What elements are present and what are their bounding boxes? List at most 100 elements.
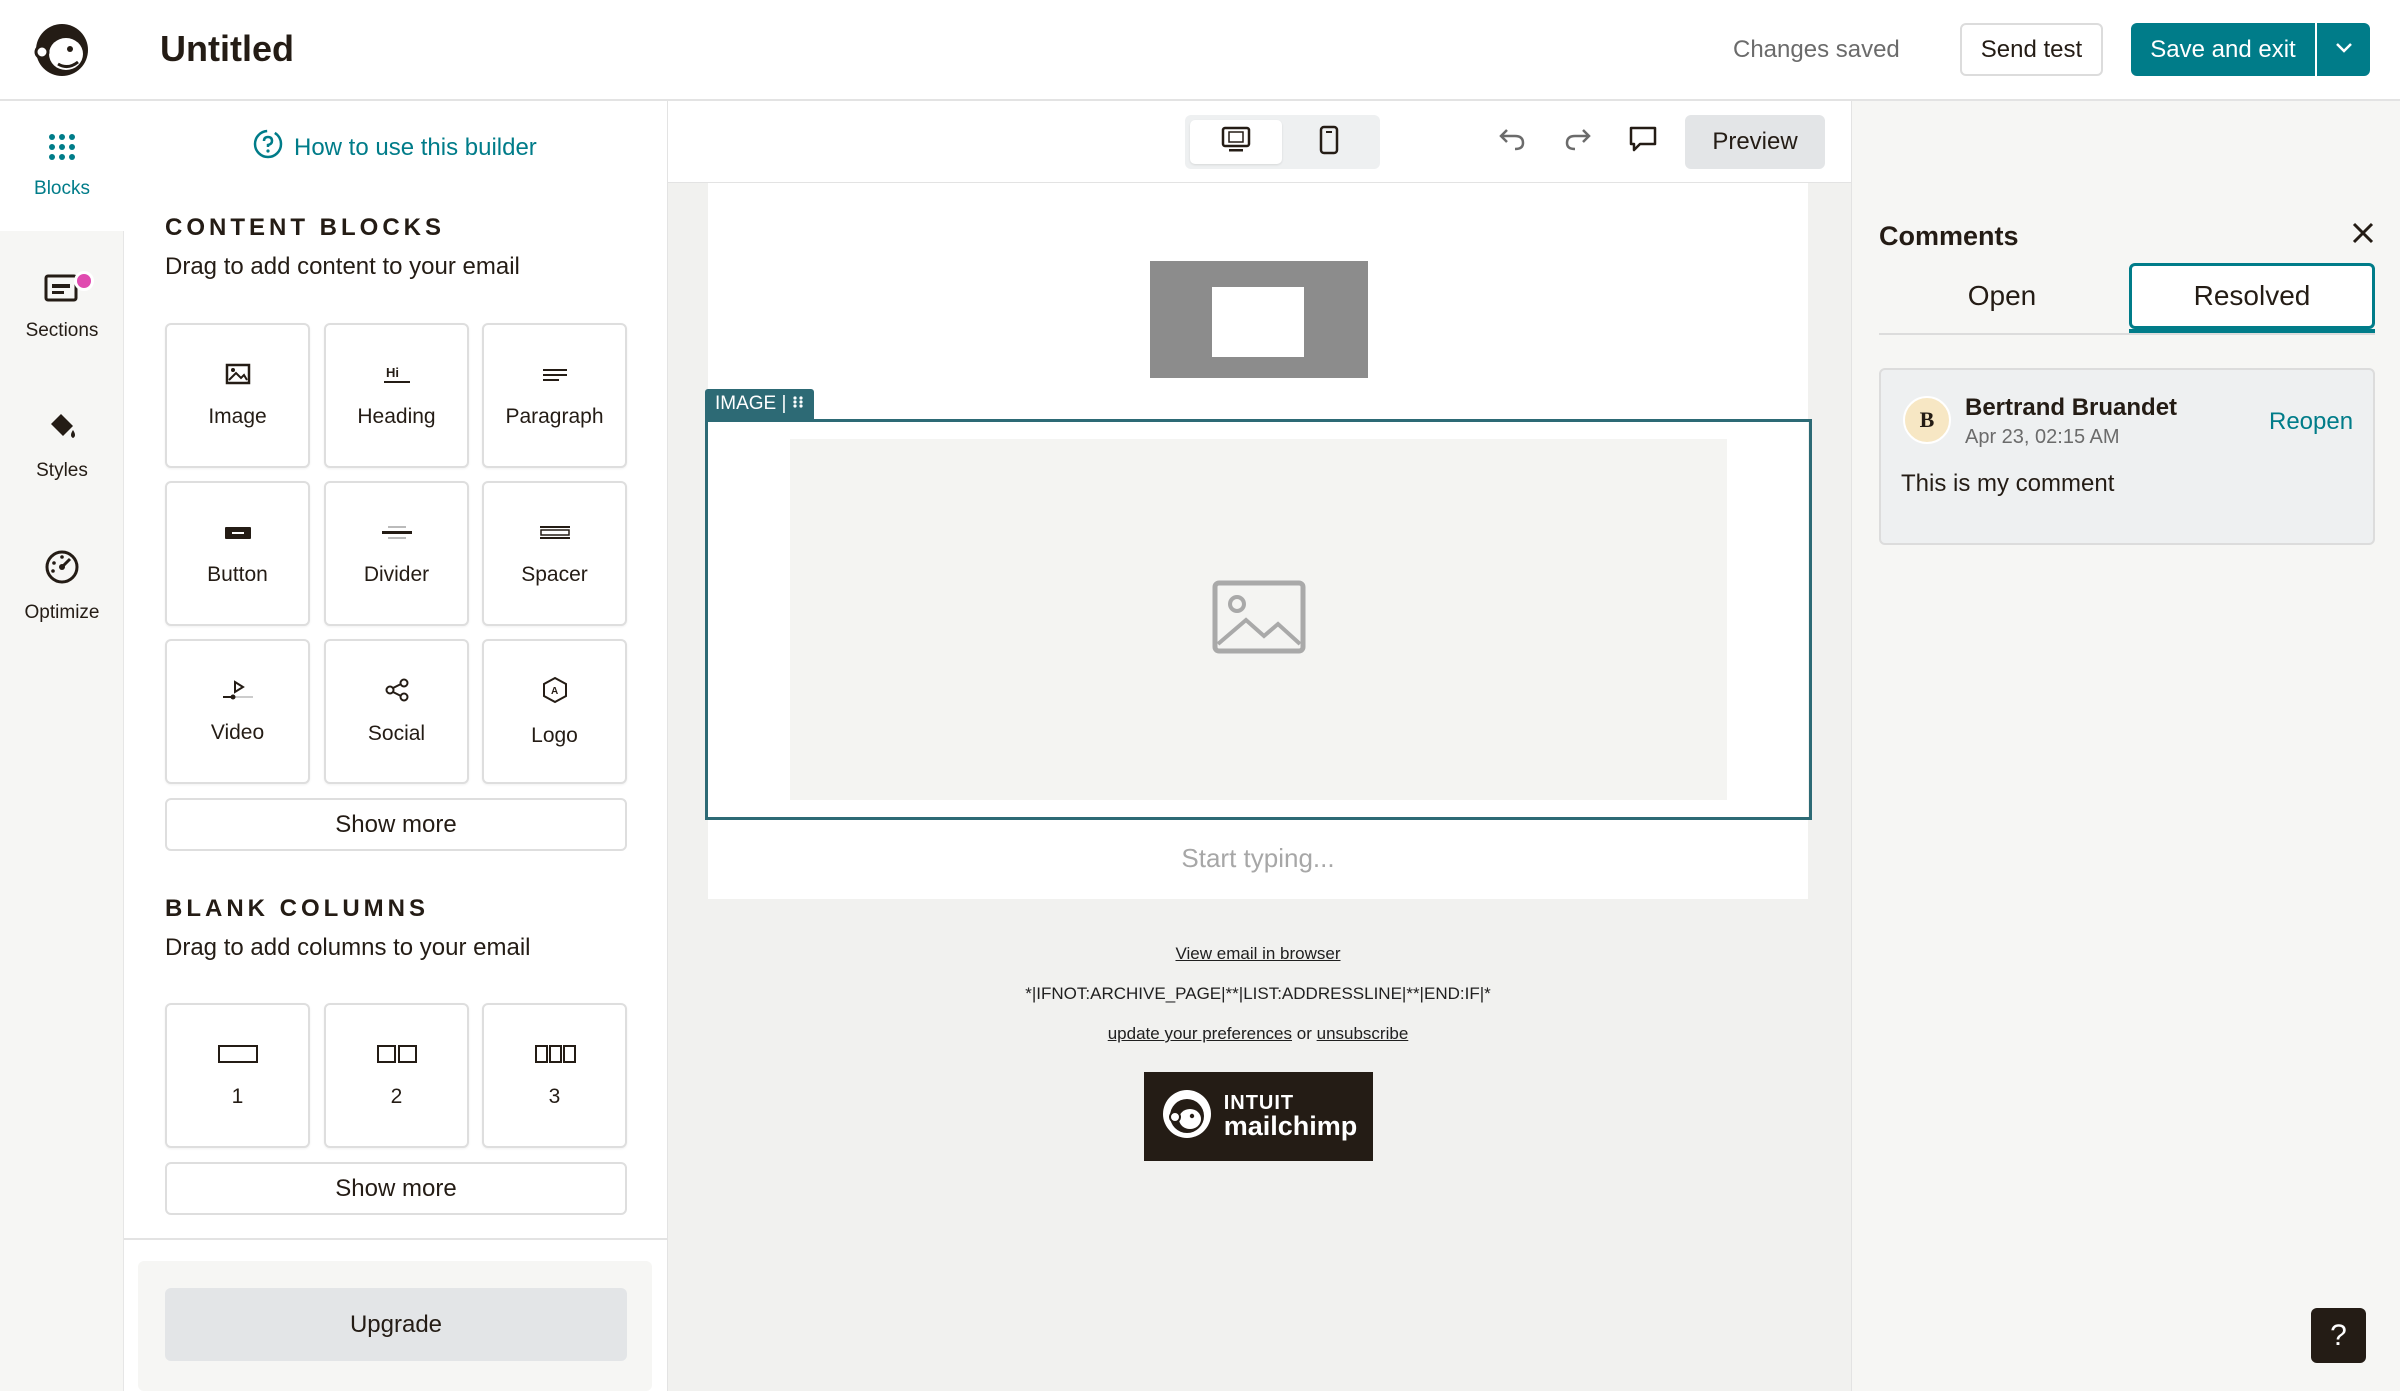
save-options-dropdown[interactable] (2317, 23, 2370, 76)
redo-button[interactable] (1558, 121, 1598, 161)
column-3[interactable]: 3 (482, 1003, 627, 1148)
canvas-toolbar: Preview (668, 101, 1851, 183)
image-placeholder-icon (1212, 580, 1306, 659)
desktop-view-button[interactable] (1190, 120, 1282, 164)
email-body: IMAGE | Start typing... (705, 183, 1812, 899)
image-icon (225, 363, 251, 391)
logo-hex-icon: A (542, 676, 568, 710)
intuit-mailchimp-badge[interactable]: INTUIT mailchimp (1144, 1072, 1373, 1161)
spacer-icon (538, 521, 572, 549)
save-status: Changes saved (1733, 36, 1900, 63)
or-text: or (1296, 1024, 1312, 1043)
block-button[interactable]: Button (165, 481, 310, 626)
column-label: 1 (231, 1084, 244, 1108)
text-placeholder[interactable]: Start typing... (708, 843, 1808, 874)
mailchimp-logo-icon[interactable] (28, 14, 96, 82)
block-video[interactable]: Video (165, 639, 310, 784)
comments-tabs: Open Resolved (1879, 261, 2375, 335)
left-rail: Blocks Sections Styles Optimize (0, 101, 124, 1391)
how-to-link[interactable]: How to use this builder (252, 128, 537, 167)
block-label: Heading (357, 404, 436, 428)
rail-item-sections[interactable]: Sections (0, 241, 124, 371)
rail-item-styles[interactable]: Styles (0, 381, 124, 511)
drag-handle-icon[interactable] (792, 393, 804, 415)
upgrade-section: Upgrade (138, 1261, 652, 1391)
comment-date: Apr 23, 02:15 AM (1965, 426, 2120, 448)
column-label: 2 (390, 1084, 403, 1108)
send-test-button[interactable]: Send test (1960, 23, 2103, 76)
column-2[interactable]: 2 (324, 1003, 469, 1148)
badge-intuit: INTUIT (1223, 1092, 1295, 1114)
blank-columns-subtitle: Drag to add columns to your email (165, 934, 531, 961)
undo-button[interactable] (1492, 121, 1532, 161)
help-button[interactable]: ? (2311, 1308, 2366, 1363)
preview-button[interactable]: Preview (1685, 115, 1825, 169)
svg-text:Hi: Hi (386, 365, 399, 380)
image-placeholder[interactable] (790, 439, 1727, 800)
save-and-exit-button[interactable]: Save and exit (2131, 23, 2315, 76)
help-circle-icon (252, 128, 284, 167)
comments-toggle-button[interactable] (1623, 121, 1663, 161)
how-to-label: How to use this builder (294, 133, 537, 161)
block-label: Button (207, 562, 268, 586)
update-preferences-link[interactable]: update your preferences (1108, 1024, 1292, 1043)
desktop-icon (1221, 126, 1251, 159)
block-heading[interactable]: Hi Heading (324, 323, 469, 468)
page-title[interactable]: Untitled (160, 28, 294, 70)
block-image[interactable]: Image (165, 323, 310, 468)
button-icon (223, 521, 253, 549)
rail-label: Styles (36, 460, 88, 481)
show-more-columns-button[interactable]: Show more (165, 1162, 627, 1215)
notification-badge (74, 271, 94, 291)
image-block-tag[interactable]: IMAGE | (705, 389, 815, 419)
block-social[interactable]: Social (324, 639, 469, 784)
grid-dots-icon (47, 132, 77, 168)
rail-item-blocks[interactable]: Blocks (0, 101, 124, 231)
blank-columns-title: BLANK COLUMNS (165, 895, 429, 922)
unsubscribe-link[interactable]: unsubscribe (1317, 1024, 1409, 1043)
heading-icon: Hi (382, 363, 412, 391)
content-blocks-subtitle: Drag to add content to your email (165, 253, 520, 280)
gauge-icon (43, 548, 81, 592)
block-label: Paragraph (505, 404, 604, 428)
rail-label: Sections (25, 320, 99, 341)
close-comments-button[interactable] (2347, 219, 2379, 251)
screenshot-image[interactable] (1150, 261, 1368, 378)
show-more-blocks-button[interactable]: Show more (165, 798, 627, 851)
reopen-link[interactable]: Reopen (2269, 408, 2353, 436)
block-spacer[interactable]: Spacer (482, 481, 627, 626)
rail-item-optimize[interactable]: Optimize (0, 521, 124, 651)
block-logo[interactable]: A Logo (482, 639, 627, 784)
top-bar: Untitled Changes saved Send test Save an… (0, 0, 2400, 101)
block-divider[interactable]: Divider (324, 481, 469, 626)
comment-card: B Bertrand Bruandet Apr 23, 02:15 AM Reo… (1879, 368, 2375, 545)
tab-resolved[interactable]: Resolved (2129, 263, 2375, 329)
column-label: 3 (548, 1084, 561, 1108)
block-label: Social (367, 721, 426, 745)
two-column-icon (376, 1043, 418, 1071)
column-1[interactable]: 1 (165, 1003, 310, 1148)
video-icon (221, 679, 255, 707)
svg-text:A: A (551, 686, 558, 697)
content-blocks-title: CONTENT BLOCKS (165, 214, 445, 241)
undo-icon (1497, 126, 1527, 157)
mobile-view-button[interactable] (1283, 120, 1375, 164)
tab-open[interactable]: Open (1879, 263, 2125, 329)
block-paragraph[interactable]: Paragraph (482, 323, 627, 468)
view-in-browser-link[interactable]: View email in browser (1175, 944, 1340, 963)
badge-mailchimp: mailchimp (1223, 1111, 1358, 1141)
rail-label: Blocks (34, 178, 90, 199)
upgrade-button[interactable]: Upgrade (165, 1288, 627, 1361)
comments-panel: Comments Open Resolved B Bertrand Bruand… (1851, 101, 2400, 1391)
panel-divider (124, 1238, 668, 1240)
freddie-icon (1160, 1087, 1214, 1146)
divider-icon (380, 521, 414, 549)
rail-label: Optimize (24, 602, 100, 623)
selected-image-block[interactable] (705, 419, 1812, 820)
chevron-down-icon (2335, 42, 2353, 57)
comment-author: Bertrand Bruandet (1965, 394, 2178, 421)
device-toggle (1185, 115, 1380, 169)
comment-body: This is my comment (1901, 470, 2115, 497)
mobile-icon (1319, 125, 1339, 160)
active-tab-indicator (2129, 329, 2375, 333)
